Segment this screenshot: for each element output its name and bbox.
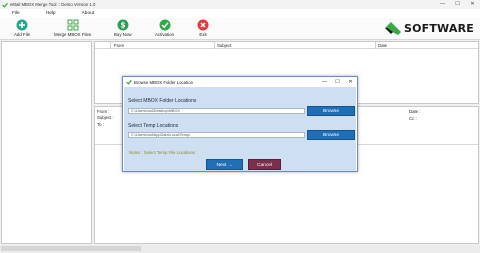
browse-dialog: Browse MBOX Folder Location — ☐ ✕ Select… — [122, 76, 358, 172]
temp-path-field[interactable]: C:\Users\vsd\AppData\Local\Temp\ — [128, 132, 305, 138]
dollar-icon: $ — [117, 19, 129, 31]
message-list-header: From Subject Date — [95, 42, 478, 49]
buy-now-button[interactable]: $ Buy Now — [114, 19, 132, 37]
mbox-path-field[interactable]: C:\Users\vsd\Desktop\MBOX — [128, 108, 305, 114]
next-button[interactable]: Next → — [206, 159, 243, 170]
window-titlebar: eMail MBOX Merge Tool :: Demo Version 1.… — [0, 0, 480, 9]
column-date[interactable]: Date — [378, 43, 387, 48]
activation-button[interactable]: Activation — [155, 19, 174, 37]
exit-label: Exit — [199, 32, 207, 37]
column-divider — [110, 42, 111, 49]
brand-name: SOFTWARE — [403, 21, 474, 35]
merge-mbox-label: Merge MBOX Files — [54, 32, 92, 37]
app-logo-icon — [126, 79, 132, 85]
app-logo-icon — [2, 2, 8, 8]
preview-to-label: To : — [97, 122, 104, 127]
add-file-button[interactable]: Add File — [14, 19, 30, 37]
menu-bar: File Help About — [0, 9, 480, 18]
cancel-button[interactable]: Cancel — [248, 159, 281, 170]
dialog-titlebar: Browse MBOX Folder Location — ☐ ✕ — [123, 77, 357, 87]
merge-grid-icon — [67, 19, 79, 31]
folder-tree-pane[interactable] — [1, 41, 92, 244]
menu-file[interactable]: File — [12, 11, 20, 16]
minimize-icon[interactable]: — — [435, 0, 450, 9]
browse-temp-button[interactable]: Browse — [307, 130, 355, 140]
preview-date-label: Date : — [409, 109, 421, 114]
activation-label: Activation — [155, 32, 175, 37]
brand-logo: SOFTWARE — [384, 21, 474, 35]
preview-cc-label: Cc : — [409, 116, 417, 121]
close-icon[interactable]: ✕ — [465, 0, 480, 9]
check-icon — [159, 19, 171, 31]
add-icon — [16, 19, 28, 31]
temp-location-label: Select Temp Locations — [128, 123, 179, 129]
dialog-title: Browse MBOX Folder Location — [134, 79, 193, 85]
status-bar — [0, 245, 480, 253]
temp-note: Notes : Select Temp File Locations — [129, 150, 196, 155]
add-file-label: Add File — [14, 32, 31, 37]
merge-mbox-button[interactable]: Merge MBOX Files — [54, 19, 91, 37]
column-from[interactable]: From — [114, 43, 124, 48]
buy-now-label: Buy Now — [114, 32, 132, 37]
menu-help[interactable]: Help — [46, 11, 56, 16]
mbox-location-label: Select MBOX Folder Locations — [128, 98, 197, 104]
preview-subject-label: Subject : — [97, 115, 114, 120]
dialog-maximize-icon[interactable]: ☐ — [331, 77, 344, 87]
menu-about[interactable]: About — [82, 11, 95, 16]
dialog-body: Select MBOX Folder Locations C:\Users\vs… — [124, 87, 356, 171]
exit-button[interactable]: Exit — [197, 19, 209, 37]
brand-diamond-icon — [384, 22, 401, 35]
browse-mbox-button[interactable]: Browse — [307, 106, 355, 116]
dialog-window-controls: — ☐ ✕ — [318, 77, 357, 87]
preview-from-label: From : — [97, 109, 110, 114]
column-divider — [214, 42, 215, 49]
exit-icon — [197, 19, 209, 31]
dialog-close-icon[interactable]: ✕ — [344, 77, 357, 87]
svg-text:$: $ — [120, 21, 125, 30]
horizontal-scrollbar[interactable] — [1, 246, 141, 251]
column-subject[interactable]: Subject — [217, 43, 231, 48]
window-title: eMail MBOX Merge Tool :: Demo Version 1.… — [10, 2, 96, 7]
maximize-icon[interactable]: ☐ — [450, 0, 465, 9]
dialog-minimize-icon[interactable]: — — [318, 77, 331, 87]
window-controls: — ☐ ✕ — [435, 0, 480, 9]
column-divider — [375, 42, 376, 49]
